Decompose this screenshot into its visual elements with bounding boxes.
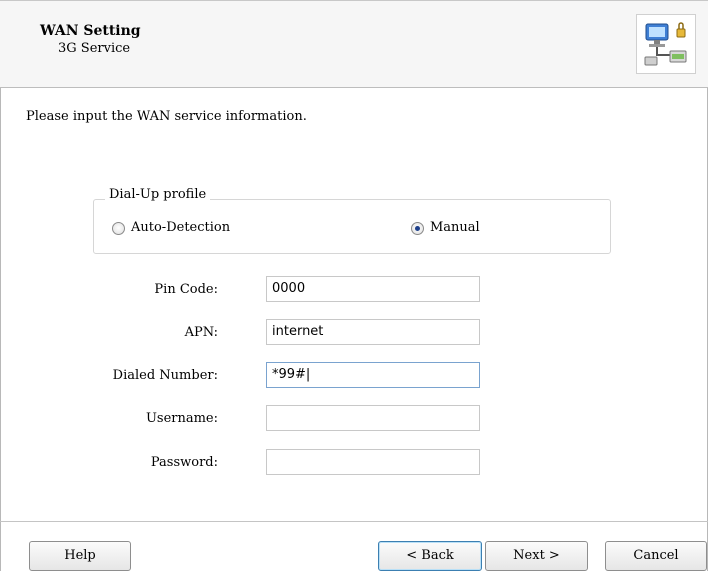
auto-detection-label[interactable]: Auto-Detection [131,220,230,235]
password-input[interactable] [266,449,480,475]
pin-code-label: Pin Code: [154,282,218,297]
auto-detection-radio[interactable] [112,222,125,235]
manual-radio[interactable] [411,222,424,235]
password-label: Password: [150,455,218,470]
cancel-button[interactable]: Cancel [605,541,707,571]
header-title: WAN Setting [40,23,141,39]
next-button[interactable]: Next > [485,541,588,571]
apn-label: APN: [184,325,218,340]
help-button[interactable]: Help [29,541,131,571]
back-button[interactable]: < Back [378,541,482,571]
dialed-number-label: Dialed Number: [112,368,218,383]
network-setup-icon [636,14,696,74]
apn-input[interactable]: internet [266,319,480,345]
username-label: Username: [145,411,218,426]
pin-code-input[interactable]: 0000 [266,276,480,302]
dialed-number-input[interactable]: *99#| [266,362,480,388]
username-input[interactable] [266,405,480,431]
manual-label[interactable]: Manual [430,220,480,235]
dialup-profile-legend: Dial-Up profile [105,187,211,202]
wizard-header: WAN Setting 3G Service [0,0,708,88]
intro-text: Please input the WAN service information… [26,109,307,124]
header-subtitle: 3G Service [58,41,131,56]
footer-divider [0,521,708,522]
